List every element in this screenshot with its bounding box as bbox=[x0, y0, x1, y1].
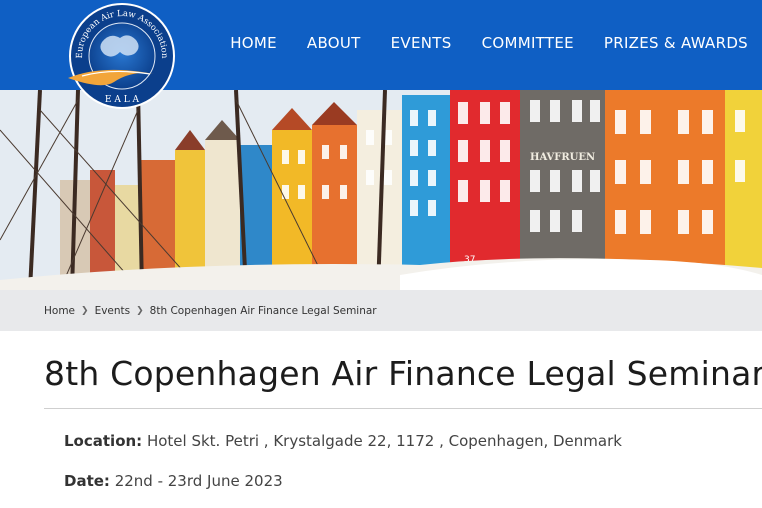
nav-about[interactable]: ABOUT bbox=[307, 34, 361, 52]
chevron-right-icon: ❯ bbox=[136, 305, 144, 316]
title-divider bbox=[44, 408, 762, 409]
page-title: 8th Copenhagen Air Finance Legal Seminar bbox=[44, 354, 762, 393]
nav-committee[interactable]: COMMITTEE bbox=[482, 34, 574, 52]
nav-home[interactable]: HOME bbox=[230, 34, 277, 52]
chevron-right-icon: ❯ bbox=[81, 305, 89, 316]
breadcrumb-events[interactable]: Events bbox=[95, 305, 131, 317]
hero-banner-image: HAVFRUEN 37 bbox=[0, 90, 762, 290]
location-value: Hotel Skt. Petri , Krystalgade 22, 1172 … bbox=[146, 432, 622, 450]
nav-events[interactable]: EVENTS bbox=[391, 34, 452, 52]
breadcrumb-current: 8th Copenhagen Air Finance Legal Seminar bbox=[149, 304, 377, 317]
hero-sign: HAVFRUEN bbox=[530, 152, 595, 163]
eala-logo[interactable]: European Air Law Association E A L A bbox=[62, 2, 182, 110]
breadcrumb-home[interactable]: Home bbox=[44, 305, 75, 317]
date-row: Date: 22nd - 23rd June 2023 bbox=[64, 472, 283, 490]
logo-abbrev: E A L A bbox=[105, 95, 140, 105]
date-value: 22nd - 23rd June 2023 bbox=[114, 472, 283, 490]
date-label: Date: bbox=[64, 472, 110, 490]
nav-prizes-awards[interactable]: PRIZES & AWARDS bbox=[604, 34, 748, 52]
breadcrumb: Home ❯ Events ❯ 8th Copenhagen Air Finan… bbox=[0, 290, 762, 331]
location-label: Location: bbox=[64, 432, 143, 450]
main-nav: HOME ABOUT EVENTS COMMITTEE PRIZES & AWA… bbox=[230, 34, 748, 52]
location-row: Location: Hotel Skt. Petri , Krystalgade… bbox=[64, 432, 622, 450]
